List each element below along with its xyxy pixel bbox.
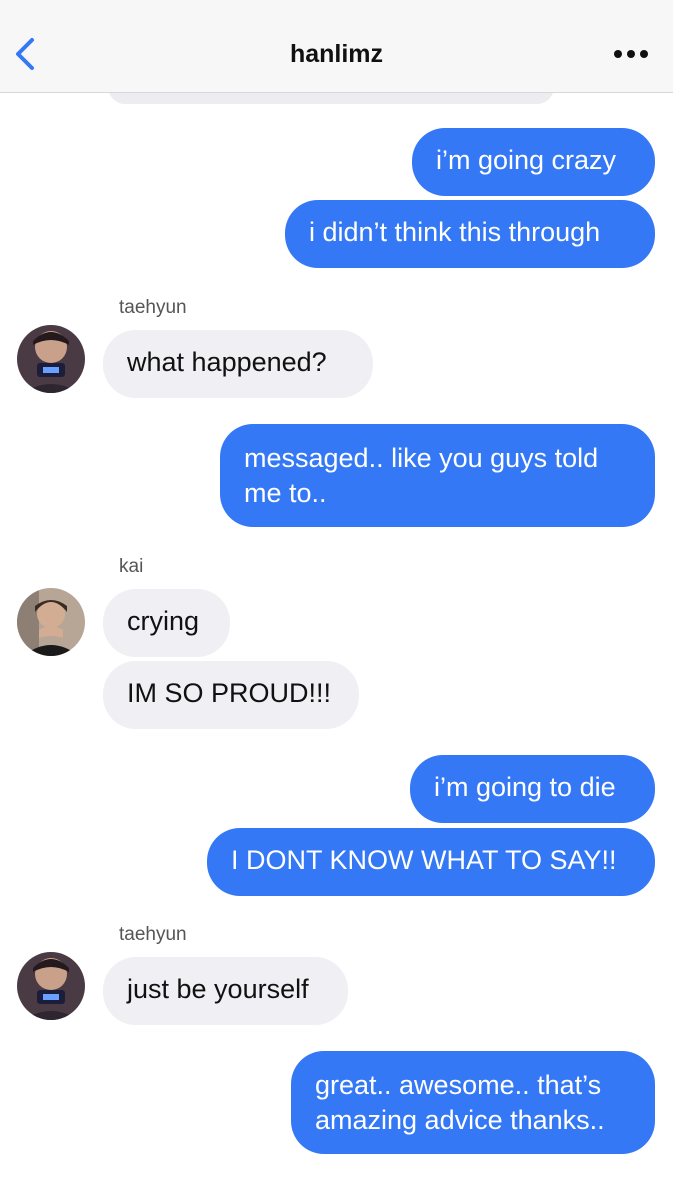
outgoing-message: messaged.. like you guys told me to..	[220, 424, 655, 527]
outgoing-message: i’m going crazy	[412, 128, 655, 196]
outgoing-message: I DONT KNOW WHAT TO SAY!!	[207, 828, 655, 896]
incoming-message: crying	[103, 589, 230, 657]
incoming-message: just be yourself	[103, 957, 348, 1025]
sender-name: taehyun	[119, 924, 187, 945]
outgoing-message: i’m going to die	[410, 755, 655, 823]
incoming-message: what happened?	[103, 330, 373, 398]
avatar	[17, 325, 85, 393]
outgoing-message: great.. awesome.. that’s amazing advice …	[291, 1051, 655, 1154]
outgoing-message: i didn’t think this through	[285, 200, 655, 268]
more-options-button[interactable]	[613, 44, 649, 64]
chat-title: hanlimz	[289, 40, 384, 68]
sender-name: kai	[119, 556, 144, 577]
chat-header: hanlimz	[0, 0, 673, 93]
sender-name: taehyun	[119, 297, 187, 318]
avatar	[17, 588, 85, 656]
incoming-message: IM SO PROUD!!!	[103, 661, 359, 729]
avatar	[17, 952, 85, 1020]
ellipsis-icon	[614, 50, 648, 58]
